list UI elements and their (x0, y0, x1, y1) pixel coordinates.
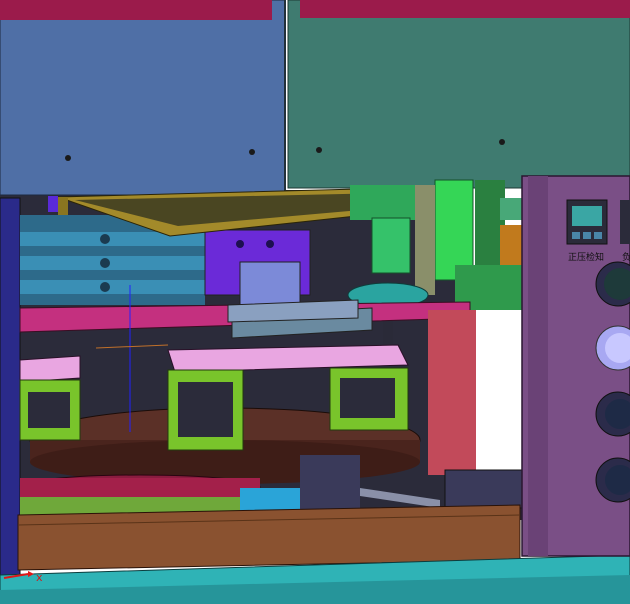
tray-leg (58, 197, 68, 215)
cad-3d-viewport[interactable]: 正压检知 负 x (0, 0, 630, 604)
upper-cover-panel-left[interactable] (0, 0, 286, 196)
gauge-key[interactable] (572, 232, 580, 239)
gauge-screen (572, 206, 602, 226)
rail-bolt (100, 234, 110, 244)
axis-x-label: x (36, 571, 43, 584)
rail-bolt (100, 282, 110, 292)
pressure-gauge-display-2[interactable] (620, 200, 630, 244)
fixture-plate-left[interactable] (19, 355, 81, 383)
gauge-key[interactable] (583, 232, 591, 239)
actuator-bolt (266, 240, 274, 248)
upper-cover-panel-right[interactable] (287, 0, 630, 189)
gauge-key[interactable] (594, 232, 602, 239)
upper-cover-strip-right (300, 0, 630, 18)
indicator-label: 正压检知 (568, 253, 605, 263)
pneumatic-cylinder[interactable] (371, 217, 411, 274)
rail-bolt (100, 258, 110, 268)
rail-end-block (48, 196, 58, 212)
fixture-frame-window (28, 392, 70, 428)
panel-bolt (316, 147, 322, 153)
panel-bolt (65, 155, 71, 161)
orange-bracket (500, 225, 522, 265)
fixture-frame-window (178, 382, 233, 437)
indicator-label-cut: 负 (622, 253, 630, 263)
vertical-support-column (428, 310, 476, 475)
cylinder-bracket (415, 185, 435, 295)
drive-motor-housing[interactable] (300, 455, 360, 510)
machine-assembly-drawing[interactable] (0, 0, 630, 604)
background-gap (476, 320, 521, 460)
linear-rail (20, 280, 205, 294)
actuator-bolt (236, 240, 244, 248)
control-cabinet-side (528, 176, 548, 556)
panel-bolt (249, 149, 255, 155)
left-vertical-post[interactable] (0, 197, 21, 579)
base-ring-body (20, 478, 260, 498)
upper-cover-strip-left (0, 0, 272, 20)
drive-gearbox[interactable] (444, 469, 526, 509)
fixture-frame-window (340, 378, 395, 418)
machine-base-frame[interactable] (17, 504, 521, 571)
panel-bolt (499, 139, 505, 145)
linear-rail (20, 256, 205, 270)
